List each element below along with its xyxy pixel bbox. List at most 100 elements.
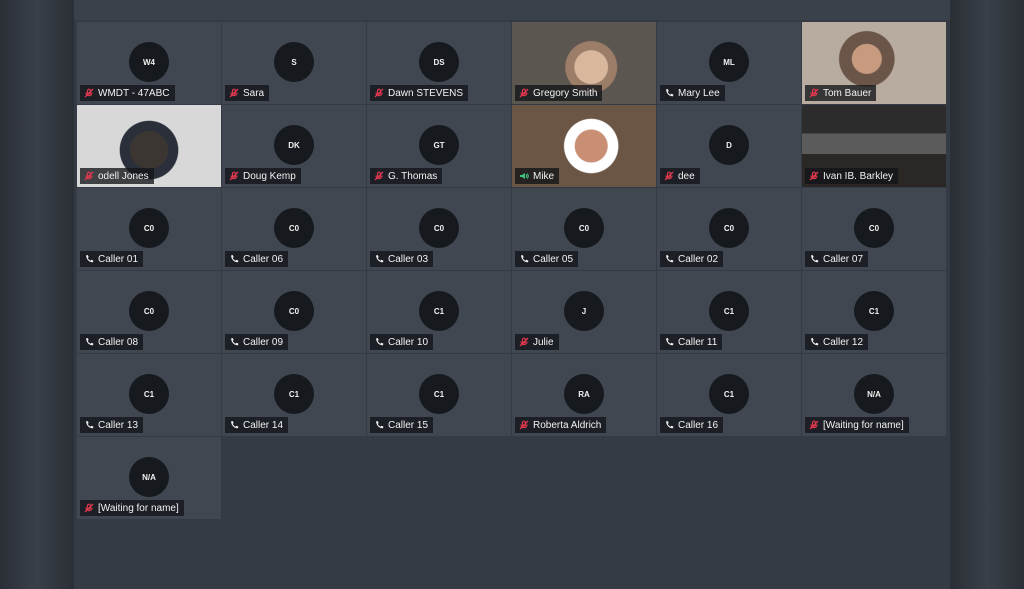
participant-name: Caller 16 (678, 419, 719, 431)
avatar-initials: C0 (419, 208, 459, 248)
background-left (0, 0, 74, 589)
participant-nameplate: Caller 11 (660, 334, 723, 350)
muted-mic-icon (84, 171, 94, 181)
participant-tile[interactable]: C0 Caller 06 (222, 188, 366, 270)
participant-tile[interactable]: GT G. Thomas (367, 105, 511, 187)
participant-nameplate: Caller 12 (805, 334, 869, 350)
participant-tile[interactable]: Gregory Smith (512, 22, 656, 104)
participant-tile[interactable]: DS Dawn STEVENS (367, 22, 511, 104)
participant-name: Caller 12 (823, 336, 864, 348)
participant-tile[interactable]: C0 Caller 01 (77, 188, 221, 270)
participant-tile[interactable]: Ddee (657, 105, 801, 187)
participant-nameplate: Mary Lee (660, 85, 725, 101)
participant-tile[interactable]: RA Roberta Aldrich (512, 354, 656, 436)
participant-name: Caller 07 (823, 253, 864, 265)
participant-tile[interactable]: C1 Caller 12 (802, 271, 946, 353)
participant-name: Tom Bauer (823, 87, 872, 99)
participant-tile[interactable]: C0 Caller 02 (657, 188, 801, 270)
participant-tile[interactable]: C1 Caller 11 (657, 271, 801, 353)
participant-name: Caller 10 (388, 336, 429, 348)
participant-tile[interactable]: N/A [Waiting for name] (77, 437, 221, 519)
avatar-initials: N/A (129, 457, 169, 497)
phone-icon (809, 254, 819, 264)
participant-nameplate: Caller 08 (80, 334, 144, 350)
participant-tile[interactable]: Mike (512, 105, 656, 187)
participant-nameplate: odell Jones (80, 168, 154, 184)
participant-nameplate: Caller 06 (225, 251, 289, 267)
participant-tile[interactable]: S Sara (222, 22, 366, 104)
participant-tile[interactable]: C1 Caller 14 (222, 354, 366, 436)
participant-nameplate: Tom Bauer (805, 85, 877, 101)
participant-nameplate: Caller 16 (660, 417, 724, 433)
participant-name: Caller 02 (678, 253, 719, 265)
participant-name: Caller 01 (98, 253, 139, 265)
participant-nameplate: [Waiting for name] (80, 500, 184, 516)
participant-name: Caller 05 (533, 253, 574, 265)
participant-name: Gregory Smith (533, 87, 598, 99)
muted-mic-icon (519, 420, 529, 430)
participant-tile[interactable]: C1 Caller 16 (657, 354, 801, 436)
participant-name: Roberta Aldrich (533, 419, 602, 431)
participant-tile[interactable]: C0 Caller 05 (512, 188, 656, 270)
participant-tile[interactable]: C0 Caller 09 (222, 271, 366, 353)
muted-mic-icon (229, 171, 239, 181)
participant-tile[interactable]: C1 Caller 13 (77, 354, 221, 436)
participant-name: odell Jones (98, 170, 149, 182)
avatar-initials: J (564, 291, 604, 331)
participant-nameplate: Caller 10 (370, 334, 434, 350)
muted-mic-icon (809, 88, 819, 98)
avatar-initials: S (274, 42, 314, 82)
participant-tile[interactable]: N/A [Waiting for name] (802, 354, 946, 436)
participant-name: Caller 06 (243, 253, 284, 265)
participant-tile[interactable]: DK Doug Kemp (222, 105, 366, 187)
participant-nameplate: [Waiting for name] (805, 417, 909, 433)
participant-tile[interactable]: W4 WMDT - 47ABC (77, 22, 221, 104)
avatar-initials: C1 (274, 374, 314, 414)
participant-name: Julie (533, 336, 554, 348)
participant-nameplate: WMDT - 47ABC (80, 85, 175, 101)
phone-icon (374, 420, 384, 430)
participant-name: Caller 08 (98, 336, 139, 348)
participant-tile[interactable]: C0 Caller 08 (77, 271, 221, 353)
avatar-initials: RA (564, 374, 604, 414)
participant-tile[interactable]: C0 Caller 07 (802, 188, 946, 270)
participant-tile[interactable]: C1 Caller 10 (367, 271, 511, 353)
participant-name: Mike (533, 170, 555, 182)
avatar-initials: GT (419, 125, 459, 165)
participant-tile[interactable]: Tom Bauer (802, 22, 946, 104)
participant-nameplate: Caller 05 (515, 251, 579, 267)
phone-icon (229, 254, 239, 264)
phone-icon (84, 420, 94, 430)
participant-name: Caller 11 (678, 336, 718, 348)
participant-nameplate: Caller 03 (370, 251, 434, 267)
phone-icon (664, 254, 674, 264)
participant-tile[interactable]: ML Mary Lee (657, 22, 801, 104)
participant-nameplate: Caller 01 (80, 251, 144, 267)
avatar-initials: C0 (274, 208, 314, 248)
participant-nameplate: Gregory Smith (515, 85, 603, 101)
avatar-initials: C1 (854, 291, 894, 331)
participant-tile[interactable]: J Julie (512, 271, 656, 353)
phone-icon (84, 337, 94, 347)
participant-nameplate: Mike (515, 168, 560, 184)
participant-tile[interactable]: odell Jones (77, 105, 221, 187)
phone-icon (519, 254, 529, 264)
muted-mic-icon (519, 88, 529, 98)
participant-tile[interactable]: C1 Caller 15 (367, 354, 511, 436)
avatar-initials: C0 (709, 208, 749, 248)
participant-name: WMDT - 47ABC (98, 87, 170, 99)
muted-mic-icon (229, 88, 239, 98)
participant-nameplate: Caller 09 (225, 334, 289, 350)
participant-nameplate: Dawn STEVENS (370, 85, 469, 101)
phone-icon (809, 337, 819, 347)
phone-icon (84, 254, 94, 264)
meeting-gallery-window: W4 WMDT - 47ABC S Sara DS Dawn STEVENS Gregory… (74, 0, 950, 589)
participant-tile[interactable]: Ivan IB. Barkley (802, 105, 946, 187)
avatar-initials: C1 (129, 374, 169, 414)
participant-nameplate: Julie (515, 334, 559, 350)
avatar-initials: C1 (419, 291, 459, 331)
participant-nameplate: Caller 07 (805, 251, 869, 267)
participant-name: Mary Lee (678, 87, 720, 99)
background-right (950, 0, 1024, 589)
participant-tile[interactable]: C0 Caller 03 (367, 188, 511, 270)
